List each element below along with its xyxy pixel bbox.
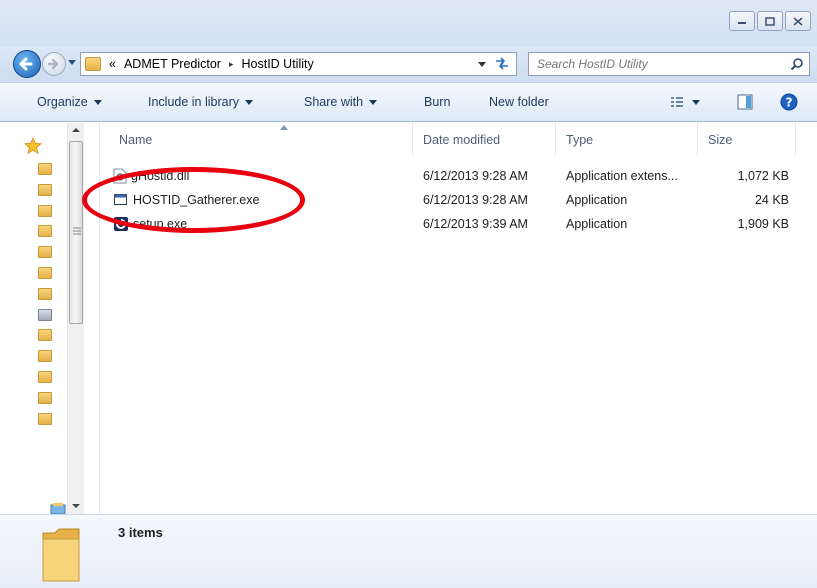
chevron-down-icon	[369, 100, 378, 106]
folder-icon[interactable]	[38, 350, 52, 363]
window-controls	[727, 11, 811, 31]
share-with-menu[interactable]: Share with	[304, 95, 378, 109]
folder-icon[interactable]	[38, 370, 52, 383]
maximize-button[interactable]	[757, 11, 783, 31]
file-date: 6/12/2013 9:28 AM	[423, 169, 528, 183]
refresh-arrows-icon	[496, 57, 508, 70]
folder-icon[interactable]	[38, 246, 52, 259]
title-bar	[0, 0, 817, 46]
command-bar: Organize Include in library Share with B…	[0, 82, 817, 122]
folder-icon[interactable]	[38, 225, 52, 238]
view-list-icon	[671, 97, 700, 107]
maximize-icon	[765, 16, 775, 26]
burn-button[interactable]: Burn	[424, 95, 450, 109]
folder-icon	[42, 528, 80, 582]
folder-icon[interactable]	[38, 204, 52, 217]
back-button[interactable]	[13, 50, 41, 78]
navigation-pane[interactable]	[0, 123, 100, 515]
breadcrumb-hostid-utility[interactable]: HostID Utility	[242, 57, 314, 71]
folder-icon[interactable]	[38, 329, 52, 342]
breadcrumb-separator-icon[interactable]: ▸	[229, 59, 234, 70]
minimize-icon	[738, 22, 746, 24]
column-header-size[interactable]: Size	[708, 133, 732, 147]
breadcrumb-admet-predictor[interactable]: ADMET Predictor	[124, 57, 221, 71]
breadcrumb-overflow[interactable]: «	[109, 57, 116, 71]
forward-button[interactable]	[42, 52, 66, 76]
file-type: Application	[566, 193, 628, 207]
search-box[interactable]	[528, 52, 810, 76]
column-divider[interactable]	[412, 123, 413, 155]
folder-icon[interactable]	[38, 183, 52, 196]
folder-icon[interactable]	[38, 412, 52, 425]
sort-ascending-icon	[280, 125, 288, 130]
help-icon: ?	[780, 93, 798, 111]
search-input[interactable]	[529, 53, 769, 75]
item-count: 3 items	[118, 525, 163, 540]
file-date: 6/12/2013 9:28 AM	[423, 193, 528, 207]
scroll-up-icon[interactable]	[72, 127, 80, 133]
new-folder-label: New folder	[489, 95, 549, 109]
folder-icon[interactable]	[38, 163, 52, 175]
preview-pane-button[interactable]	[737, 94, 753, 113]
organize-label: Organize	[37, 95, 88, 109]
column-header-name[interactable]: Name	[119, 133, 152, 147]
details-pane: 3 items	[0, 514, 817, 588]
file-date: 6/12/2013 9:39 AM	[423, 217, 528, 231]
column-header-date[interactable]: Date modified	[423, 133, 500, 147]
folder-icon[interactable]	[38, 266, 52, 279]
forward-arrow-icon	[47, 58, 59, 70]
column-divider[interactable]	[555, 123, 556, 155]
close-button[interactable]	[785, 11, 811, 31]
address-dropdown[interactable]	[478, 62, 486, 67]
column-divider[interactable]	[795, 123, 796, 155]
recent-pages-dropdown[interactable]	[68, 60, 76, 65]
chevron-down-icon	[93, 100, 102, 106]
file-size: 1,072 KB	[737, 169, 789, 183]
file-type: Application	[566, 217, 628, 231]
burn-label: Burn	[424, 95, 451, 109]
share-label: Share with	[304, 95, 364, 109]
address-bar[interactable]: « ADMET Predictor ▸ HostID Utility	[80, 52, 517, 76]
include-in-library-menu[interactable]: Include in library	[148, 95, 254, 109]
navigation-scrollbar[interactable]	[67, 123, 84, 514]
svg-text:?: ?	[786, 96, 793, 110]
chevron-down-icon	[245, 100, 254, 106]
network-icon[interactable]	[38, 308, 52, 321]
back-arrow-icon	[19, 57, 33, 71]
folder-icon	[85, 57, 101, 71]
column-header-type[interactable]: Type	[566, 133, 593, 147]
navigation-tree	[38, 137, 52, 433]
file-type: Application extens...	[566, 169, 678, 183]
new-folder-button[interactable]: New folder	[489, 95, 549, 109]
scrollbar-thumb[interactable]	[69, 141, 83, 324]
preview-pane-icon	[737, 94, 753, 110]
column-divider[interactable]	[697, 123, 698, 155]
view-options-button[interactable]	[670, 95, 702, 112]
scroll-down-icon[interactable]	[72, 503, 80, 509]
organize-menu[interactable]: Organize	[37, 95, 102, 109]
address-row: « ADMET Predictor ▸ HostID Utility	[0, 46, 817, 82]
refresh-icon[interactable]	[492, 56, 512, 72]
folder-icon[interactable]	[38, 391, 52, 404]
help-button[interactable]: ?	[780, 93, 798, 114]
highlight-ellipse	[82, 167, 305, 233]
include-label: Include in library	[148, 95, 240, 109]
folder-icon[interactable]	[38, 287, 52, 300]
grip-icon	[73, 227, 81, 235]
minimize-button[interactable]	[729, 11, 755, 31]
file-size: 1,909 KB	[737, 217, 789, 231]
search-icon[interactable]	[790, 57, 804, 71]
close-icon	[793, 16, 803, 26]
file-size: 24 KB	[754, 193, 789, 207]
